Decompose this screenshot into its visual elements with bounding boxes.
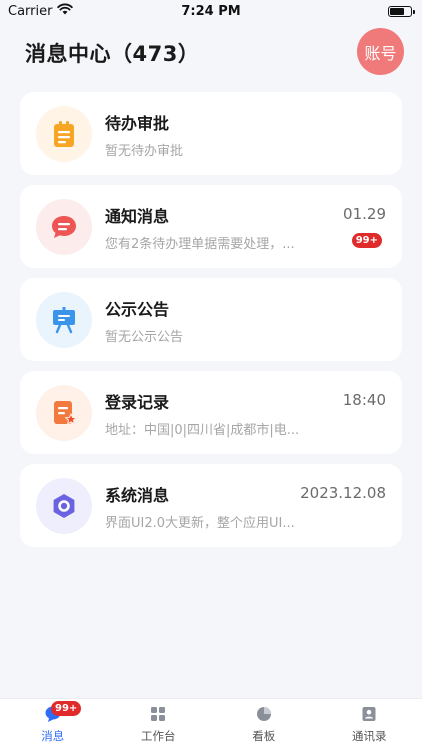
clipboard-icon — [36, 106, 92, 162]
dashboard-icon — [255, 705, 273, 723]
card-title: 公示公告 — [105, 300, 170, 319]
status-left: Carrier — [8, 3, 74, 19]
card-system-messages[interactable]: 系统消息 界面UI2.0大更新，整个应用UI... 2023.12.08 — [20, 464, 402, 547]
card-subtitle: 界面UI2.0大更新，整个应用UI... — [105, 516, 295, 531]
page-title: 消息中心（473） — [25, 42, 200, 66]
tab-label: 工作台 — [141, 729, 176, 743]
card-time: 18:40 — [342, 391, 386, 409]
chat-bubble-icon — [36, 199, 92, 255]
card-subtitle: 您有2条待办理单据需要处理，... — [105, 237, 295, 252]
wifi-icon — [57, 3, 74, 19]
card-subtitle: 暂无公示公告 — [105, 330, 184, 345]
card-title: 登录记录 — [105, 393, 170, 412]
carrier-label: Carrier — [8, 3, 53, 19]
presentation-board-icon — [36, 292, 92, 348]
tab-bar: 99+ 消息 工作台 看板 通讯录 — [0, 698, 422, 750]
status-bar: Carrier 7:24 PM — [0, 0, 422, 22]
grid-icon — [149, 705, 167, 723]
card-title: 系统消息 — [105, 486, 170, 505]
card-announcements[interactable]: 公示公告 暂无公示公告 — [20, 278, 402, 361]
card-title: 待办审批 — [105, 114, 170, 133]
card-subtitle: 暂无待办审批 — [105, 144, 184, 159]
message-category-list: 待办审批 暂无待办审批 通知消息 您有2条待办理单据需要处理，... 01.29… — [20, 92, 402, 557]
card-login-records[interactable]: 登录记录 地址：中国|0|四川省|成都市|电... 18:40 — [20, 371, 402, 454]
card-title: 通知消息 — [105, 207, 170, 226]
tab-label: 看板 — [252, 729, 276, 743]
tab-label: 通讯录 — [352, 729, 387, 743]
card-notifications[interactable]: 通知消息 您有2条待办理单据需要处理，... 01.29 99+ — [20, 185, 402, 268]
battery-icon — [388, 5, 415, 17]
tab-workbench[interactable]: 工作台 — [106, 699, 212, 750]
tab-contacts[interactable]: 通讯录 — [317, 699, 422, 750]
card-subtitle: 地址：中国|0|四川省|成都市|电... — [105, 423, 300, 438]
unread-badge: 99+ — [351, 233, 382, 248]
document-star-icon — [36, 385, 92, 441]
tab-dashboard[interactable]: 看板 — [211, 699, 317, 750]
gear-icon — [36, 478, 92, 534]
card-time: 2023.12.08 — [300, 484, 386, 502]
contacts-icon — [360, 705, 378, 723]
card-todo-approval[interactable]: 待办审批 暂无待办审批 — [20, 92, 402, 175]
card-time: 01.29 — [343, 205, 386, 223]
tab-unread-badge: 99+ — [51, 701, 82, 716]
account-button[interactable]: 账号 — [357, 28, 404, 75]
header: 消息中心（473） 账号 — [0, 28, 422, 76]
tab-label: 消息 — [41, 729, 65, 743]
tab-messages[interactable]: 99+ 消息 — [0, 699, 106, 750]
